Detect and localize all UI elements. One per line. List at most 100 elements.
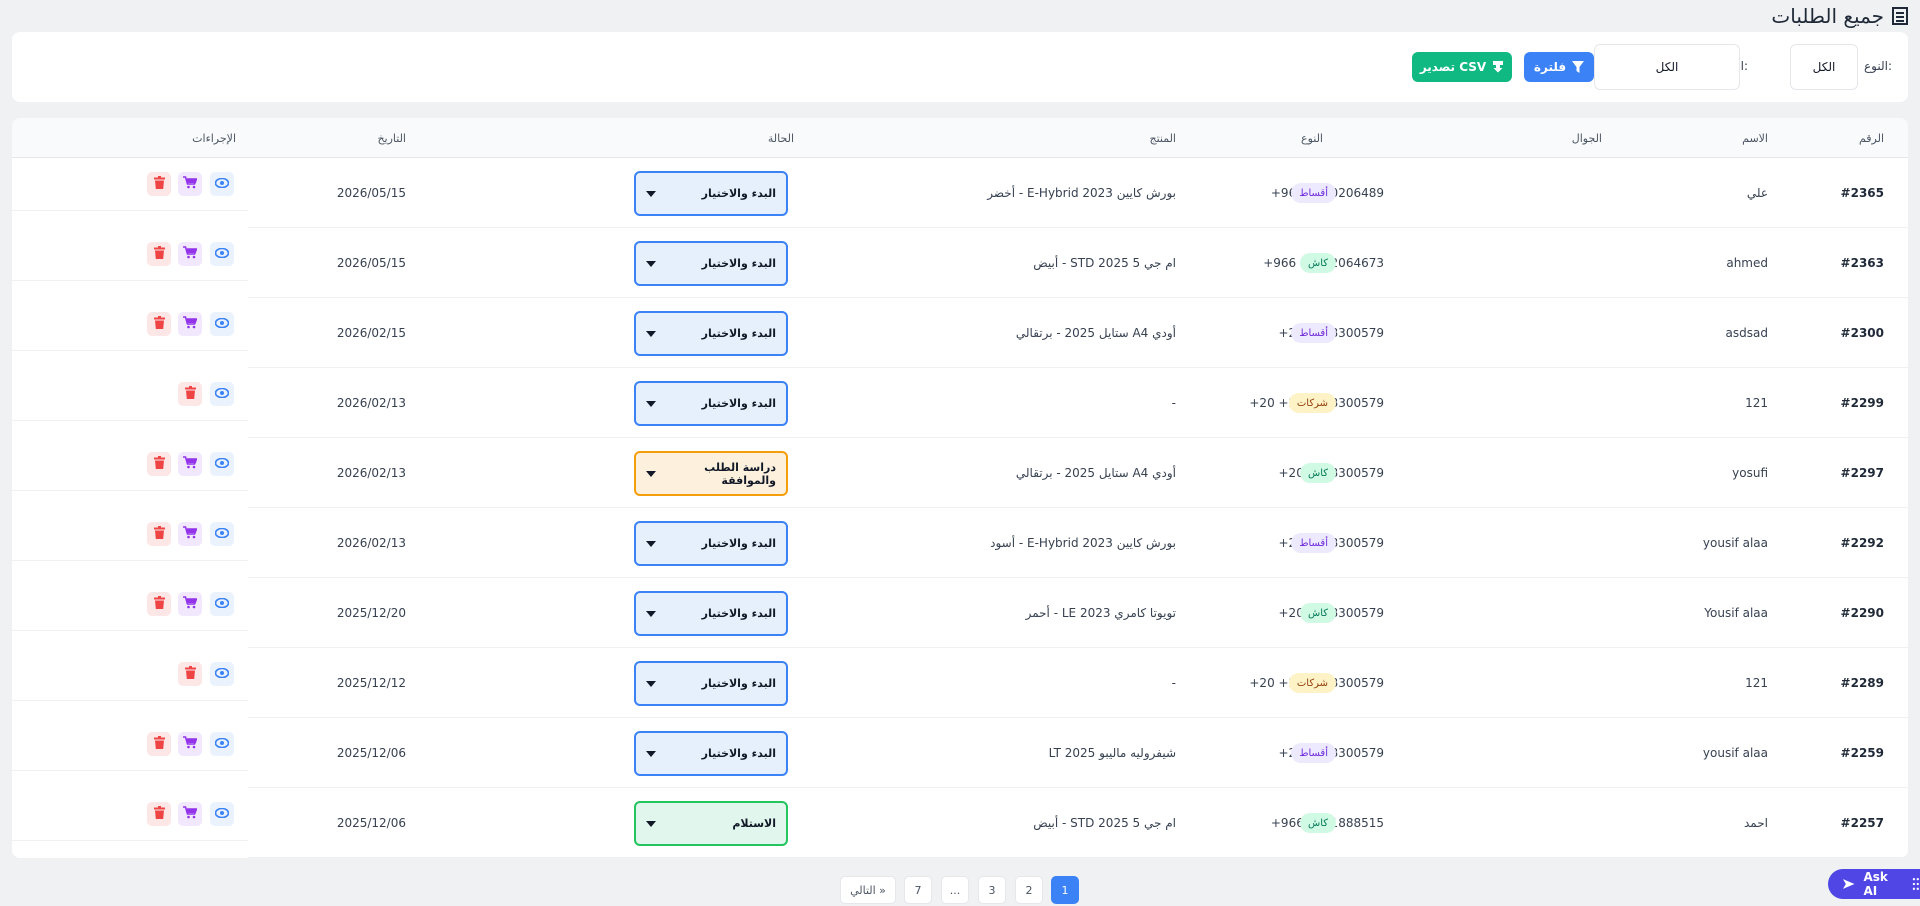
status-select[interactable]: الاستلام	[634, 801, 788, 846]
cart-button[interactable]	[178, 312, 202, 336]
order-number[interactable]: #2289	[1841, 676, 1884, 690]
eye-icon	[214, 247, 230, 261]
delete-button[interactable]	[178, 662, 202, 686]
cart-icon	[183, 806, 198, 822]
delete-button[interactable]	[147, 802, 171, 826]
row-divider	[12, 700, 248, 701]
delete-button[interactable]	[147, 522, 171, 546]
view-button[interactable]	[210, 312, 234, 336]
order-number[interactable]: #2299	[1841, 396, 1884, 410]
order-number[interactable]: #2297	[1841, 466, 1884, 480]
view-button[interactable]	[210, 592, 234, 616]
order-number[interactable]: #2292	[1841, 536, 1884, 550]
delete-button[interactable]	[147, 312, 171, 336]
status-select[interactable]: البدء والاختيار	[634, 171, 788, 216]
header-name: الاسم	[1742, 132, 1768, 145]
header-type: النوع	[1301, 132, 1323, 145]
trash-icon	[153, 736, 165, 752]
export-csv-button[interactable]: تصدير CSV	[1412, 52, 1512, 82]
view-button[interactable]	[210, 172, 234, 196]
view-button[interactable]	[210, 732, 234, 756]
status-select[interactable]: البدء والاختيار	[634, 311, 788, 356]
status-select[interactable]: البدء والاختيار	[634, 731, 788, 776]
eye-icon	[214, 317, 230, 331]
cart-button[interactable]	[178, 802, 202, 826]
eye-icon	[214, 737, 230, 751]
trash-icon	[153, 806, 165, 822]
order-number[interactable]: #2290	[1841, 606, 1884, 620]
view-button[interactable]	[210, 242, 234, 266]
product-name: بورش كايين E-Hybrid 2023 - أسود	[990, 536, 1176, 550]
row-divider	[12, 420, 248, 421]
delete-button[interactable]	[147, 452, 171, 476]
ask-ai-button[interactable]: Ask AI	[1828, 869, 1920, 899]
next-page-button[interactable]: التالي »	[840, 876, 896, 904]
type-filter-label: النوع:	[1863, 59, 1892, 73]
caret-down-icon	[646, 400, 656, 407]
delete-button[interactable]	[178, 382, 202, 406]
cart-button[interactable]	[178, 242, 202, 266]
cart-button[interactable]	[178, 522, 202, 546]
cart-icon	[183, 736, 198, 752]
product-name: أودي A4 ستايل 2025 - برتقالي	[1015, 326, 1176, 340]
drag-handle-icon[interactable]	[1912, 877, 1920, 891]
product-name: ام جي 5 STD 2025 - أبيض	[1033, 816, 1176, 830]
status-value: البدء والاختيار	[701, 327, 776, 340]
cart-button[interactable]	[178, 452, 202, 476]
status-select[interactable]: البدء والاختيار	[634, 661, 788, 706]
cart-button[interactable]	[178, 732, 202, 756]
trash-icon	[153, 526, 165, 542]
page-3-button[interactable]: 3	[978, 876, 1006, 904]
caret-down-icon	[646, 610, 656, 617]
header-number: الرقم	[1858, 132, 1884, 145]
cart-button[interactable]	[178, 592, 202, 616]
order-date: 2026/02/13	[336, 536, 406, 550]
header-product: المنتج	[1149, 132, 1176, 145]
status-value: البدء والاختيار	[701, 397, 776, 410]
view-button[interactable]	[210, 452, 234, 476]
view-button[interactable]	[210, 662, 234, 686]
order-number[interactable]: #2259	[1841, 746, 1884, 760]
type-filter-select[interactable]: الكل	[1790, 44, 1858, 90]
page-2-button[interactable]: 2	[1015, 876, 1043, 904]
status-select[interactable]: البدء والاختيار	[634, 241, 788, 286]
page-title-text: جميع الطلبات	[1771, 4, 1884, 28]
customer-name: احمد	[1744, 816, 1768, 830]
view-button[interactable]	[210, 382, 234, 406]
status-select[interactable]: دراسة الطلب والموافقة	[634, 451, 788, 496]
delete-button[interactable]	[147, 732, 171, 756]
funnel-icon	[1572, 61, 1585, 73]
status-value: الاستلام	[732, 817, 776, 830]
caret-down-icon	[646, 330, 656, 337]
status-value: البدء والاختيار	[701, 537, 776, 550]
order-number[interactable]: #2257	[1841, 816, 1884, 830]
view-button[interactable]	[210, 802, 234, 826]
download-icon	[1493, 61, 1504, 73]
order-number[interactable]: #2300	[1841, 326, 1884, 340]
status-select[interactable]: البدء والاختيار	[634, 381, 788, 426]
status-filter-select[interactable]: الكل	[1594, 44, 1740, 90]
delete-button[interactable]	[147, 592, 171, 616]
cart-button[interactable]	[178, 172, 202, 196]
page-1-button[interactable]: 1	[1051, 876, 1079, 904]
order-date: 2026/05/15	[336, 186, 406, 200]
order-date: 2025/12/06	[336, 816, 406, 830]
row-divider	[12, 490, 248, 491]
filter-button[interactable]: فلترة	[1524, 52, 1594, 82]
order-date: 2026/05/15	[336, 256, 406, 270]
product-name: -	[1171, 676, 1176, 690]
delete-button[interactable]	[147, 242, 171, 266]
row-divider	[12, 280, 248, 281]
delete-button[interactable]	[147, 172, 171, 196]
order-number[interactable]: #2365	[1841, 186, 1884, 200]
order-number[interactable]: #2363	[1841, 256, 1884, 270]
page-7-button[interactable]: 7	[904, 876, 932, 904]
export-csv-label: تصدير CSV	[1419, 60, 1487, 74]
table-row: #2363 ahmed +966 01002064673 كاش ام جي 5 STD…	[12, 228, 1908, 298]
order-date: 2026/02/13	[336, 466, 406, 480]
header-status: الحالة	[767, 132, 794, 145]
status-select[interactable]: البدء والاختيار	[634, 521, 788, 566]
customer-name: yousif alaa	[1702, 746, 1768, 760]
view-button[interactable]	[210, 522, 234, 546]
status-select[interactable]: البدء والاختيار	[634, 591, 788, 636]
